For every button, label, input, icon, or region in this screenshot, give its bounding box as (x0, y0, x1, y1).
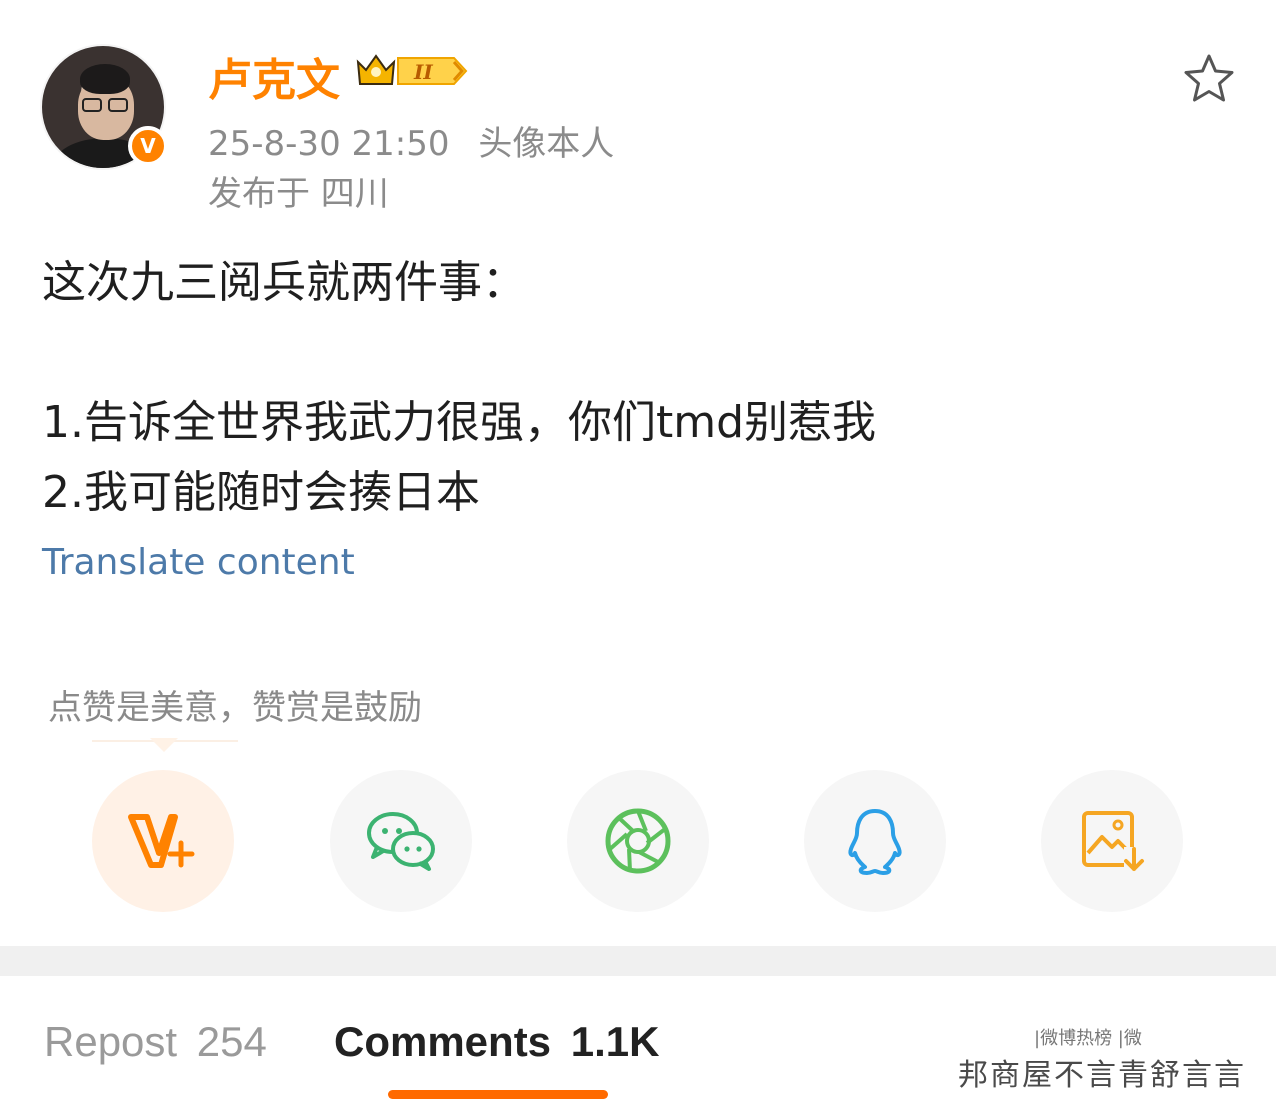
watermark-big: 邦商屋不言青舒言言 (958, 1058, 1246, 1093)
post-timestamp: 25-8-30 21:50 (208, 124, 450, 164)
tab-repost-label: Repost (44, 1018, 178, 1065)
favorite-star-icon[interactable] (1182, 52, 1236, 106)
post-line: 1.告诉全世界我武力很强，你们tmd别惹我 (42, 397, 877, 448)
active-tab-indicator (388, 1090, 608, 1099)
post-content: 这次九三阅兵就两件事： 1.告诉全世界我武力很强，你们tmd别惹我 2.我可能随… (42, 248, 1242, 528)
post-line (42, 318, 1242, 388)
tab-comments-count: 1.1K (570, 1018, 660, 1065)
watermark-small: |微博热榜 |微 (1034, 1028, 1142, 1049)
vip-crown-badge-icon[interactable]: II (354, 50, 470, 92)
qq-penguin-icon (848, 809, 902, 875)
watermark: |微博热榜 |微 邦商屋不言青舒言言 (958, 1024, 1258, 1094)
section-divider (0, 946, 1276, 976)
reward-button[interactable] (92, 770, 234, 912)
post-line: 这次九三阅兵就两件事： (42, 257, 526, 308)
share-wechat-button[interactable] (330, 770, 472, 912)
username[interactable]: 卢克文 (208, 44, 340, 108)
translate-link[interactable]: Translate content (42, 542, 355, 583)
post-source: 头像本人 (478, 124, 615, 164)
share-moments-button[interactable] (567, 770, 709, 912)
camera-aperture-icon (605, 808, 671, 874)
tab-repost[interactable]: Repost 254 (44, 1018, 267, 1066)
verified-badge-icon: V (128, 126, 168, 166)
post-meta: 25-8-30 21:50 头像本人 (208, 116, 614, 165)
post-location: 发布于 四川 (208, 174, 389, 214)
v-plus-icon (128, 814, 195, 868)
tip-arrow-icon (150, 738, 178, 752)
avatar[interactable]: 祝福高考 V (34, 14, 176, 170)
reward-tip: 点赞是美意，赞赏是鼓励 (48, 688, 422, 728)
save-image-button[interactable] (1041, 770, 1183, 912)
tab-comments-label: Comments (334, 1018, 552, 1065)
image-download-icon (1082, 811, 1144, 875)
wechat-icon (367, 812, 435, 871)
vip-level-text: II (413, 60, 433, 84)
post-line: 2.我可能随时会揍日本 (42, 467, 480, 518)
share-qq-button[interactable] (804, 770, 946, 912)
tab-repost-count: 254 (196, 1018, 267, 1065)
tab-comments[interactable]: Comments 1.1K (334, 1018, 659, 1066)
share-row (0, 770, 1276, 912)
